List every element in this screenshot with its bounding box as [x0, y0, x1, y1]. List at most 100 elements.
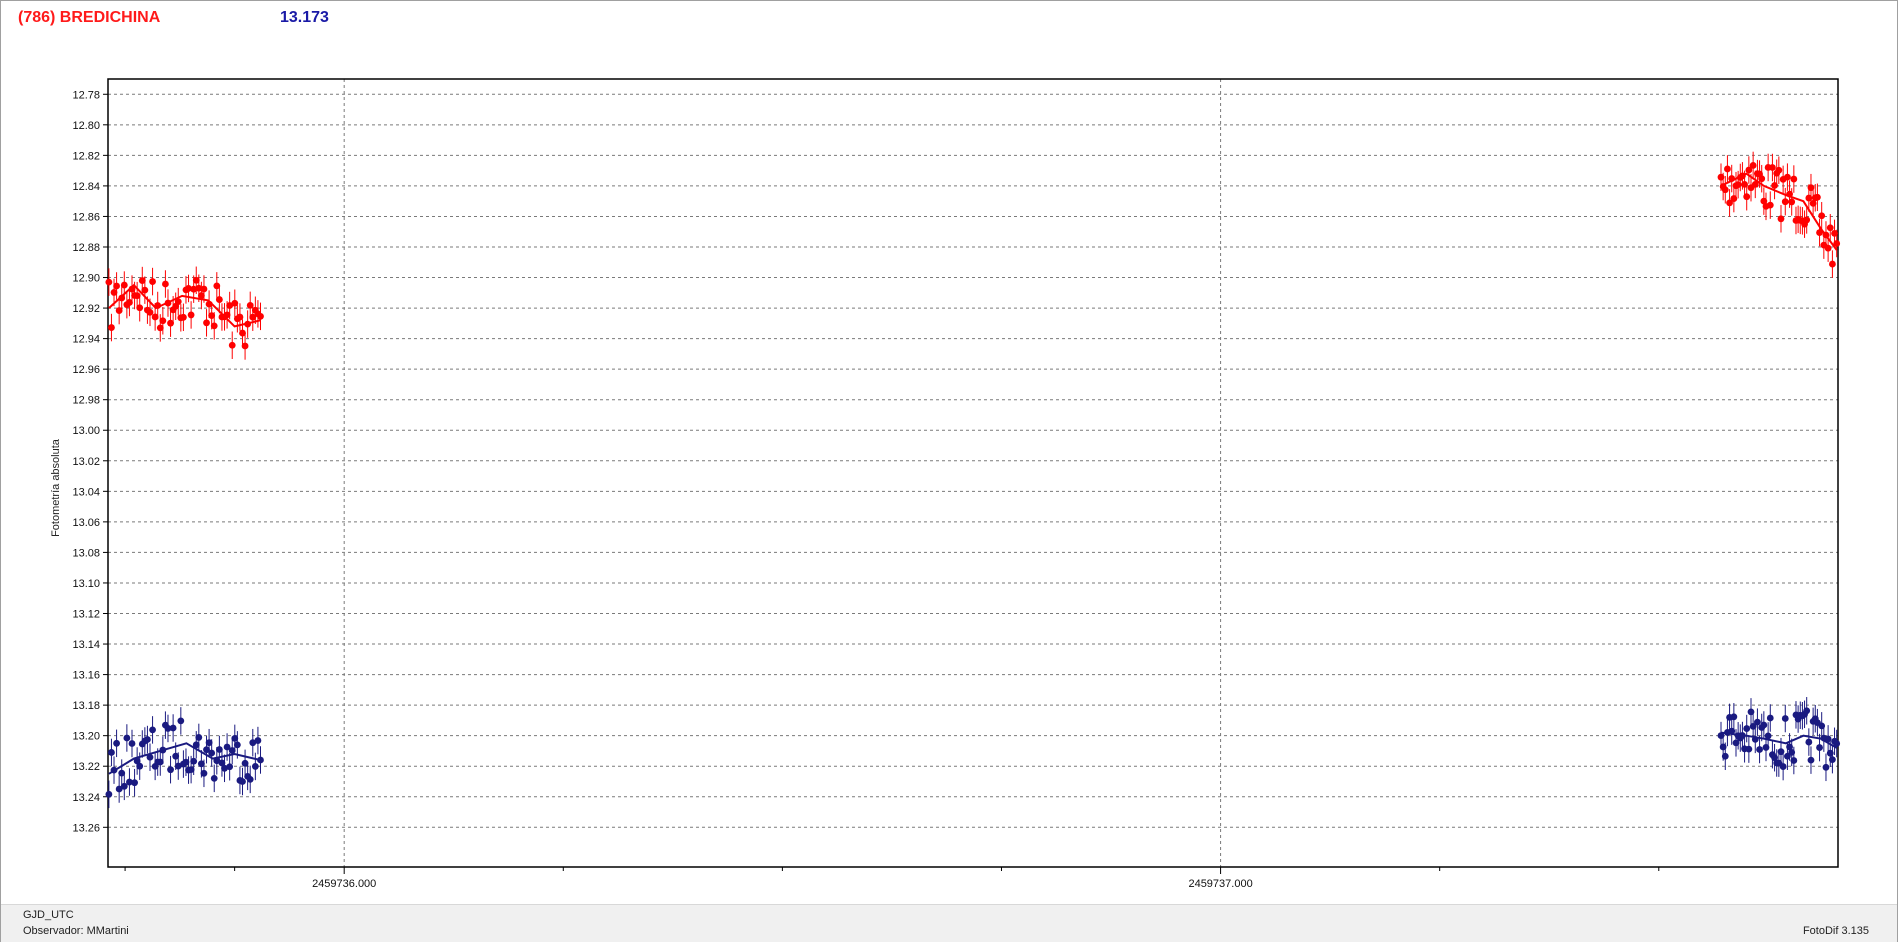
data-point	[1816, 229, 1823, 236]
data-point	[1822, 763, 1830, 771]
y-tick-label: 13.04	[72, 486, 100, 498]
data-point	[108, 324, 115, 331]
data-point	[128, 740, 136, 747]
data-point	[1826, 224, 1834, 232]
data-point	[167, 766, 174, 774]
data-point	[1818, 212, 1826, 220]
data-point	[1730, 713, 1738, 721]
y-tick-label: 13.12	[72, 608, 100, 620]
x-tick-label: 2459737.000	[1188, 878, 1252, 890]
observer-label: Observador: MMartini	[23, 925, 129, 937]
y-tick-label: 12.90	[72, 273, 100, 285]
data-point	[105, 790, 113, 798]
data-point	[149, 278, 156, 285]
data-point	[1743, 193, 1751, 201]
data-point	[1779, 763, 1787, 770]
data-point	[210, 322, 218, 330]
data-point	[1805, 738, 1813, 746]
data-point	[105, 278, 113, 286]
data-point	[154, 302, 162, 309]
y-tick-label: 12.84	[72, 181, 100, 193]
data-point	[1833, 240, 1841, 247]
data-point	[1745, 745, 1753, 753]
data-point	[1824, 244, 1832, 252]
data-point	[1754, 718, 1761, 726]
data-point	[228, 341, 236, 349]
data-point	[200, 769, 208, 777]
data-point	[131, 779, 138, 787]
data-point	[1803, 707, 1811, 715]
data-point	[169, 724, 177, 732]
data-point	[1724, 165, 1731, 173]
y-tick-label: 12.88	[72, 242, 100, 254]
data-point	[174, 298, 182, 306]
data-point	[257, 312, 264, 320]
data-point	[200, 285, 208, 293]
data-point	[110, 766, 118, 774]
data-point	[190, 757, 198, 765]
y-tick-label: 13.08	[72, 547, 100, 559]
y-tick-label: 13.26	[72, 822, 100, 834]
y-tick-label: 13.02	[72, 456, 100, 468]
data-point	[1784, 173, 1791, 181]
data-point	[1788, 198, 1796, 206]
y-tick-label: 13.06	[72, 517, 100, 529]
data-point	[1775, 166, 1783, 174]
data-point	[257, 756, 264, 764]
data-point	[1728, 175, 1736, 182]
data-point	[1829, 756, 1836, 764]
data-point	[159, 317, 167, 325]
y-tick-label: 13.24	[72, 792, 100, 804]
data-point	[1749, 162, 1757, 169]
data-point	[215, 296, 223, 303]
data-point	[1766, 714, 1774, 722]
y-tick-label: 13.18	[72, 700, 100, 712]
data-point	[1721, 186, 1729, 194]
y-tick-label: 13.14	[72, 639, 100, 651]
data-point	[120, 281, 128, 289]
data-point	[159, 746, 167, 754]
data-point	[144, 736, 151, 743]
y-tick-label: 12.80	[72, 120, 100, 132]
y-tick-label: 13.00	[72, 425, 100, 437]
data-point	[1751, 735, 1759, 743]
y-axis-label: Fotometría absoluta	[50, 439, 62, 537]
data-point	[187, 311, 195, 319]
data-point	[239, 778, 246, 785]
data-point	[203, 319, 210, 327]
data-point	[1781, 715, 1789, 722]
data-point	[149, 726, 156, 734]
y-tick-label: 12.86	[72, 211, 100, 223]
data-point	[123, 734, 131, 742]
data-point	[210, 774, 218, 782]
y-tick-label: 13.16	[72, 670, 100, 682]
y-tick-label: 12.92	[72, 303, 100, 315]
y-tick-label: 13.22	[72, 761, 100, 773]
data-point	[241, 342, 249, 350]
y-tick-label: 12.82	[72, 150, 100, 162]
data-point	[1721, 752, 1729, 760]
x-axis-name: GJD_UTC	[23, 909, 74, 921]
data-point	[146, 308, 154, 316]
lightcurve-plot[interactable]: 12.78 12.80 12.82 12.84 12.86 12.88 12.90 12.92…	[0, 0, 1898, 900]
status-footer: GJD_UTC Observador: MMartini FotoDif 3.1…	[1, 904, 1897, 942]
data-point	[1756, 746, 1763, 753]
data-point	[1803, 216, 1811, 224]
data-point	[244, 320, 252, 328]
data-point	[164, 299, 172, 307]
data-point	[146, 753, 154, 761]
data-point	[108, 749, 115, 756]
data-point	[1758, 175, 1766, 183]
y-tick-label: 12.96	[72, 364, 100, 376]
data-point	[208, 749, 216, 757]
data-point	[1829, 260, 1836, 268]
data-point	[1833, 740, 1841, 747]
y-tick-label: 12.94	[72, 334, 100, 346]
data-point	[1769, 164, 1776, 171]
data-point	[1816, 744, 1823, 751]
y-tick-label: 13.10	[72, 578, 100, 590]
data-point	[1743, 725, 1751, 732]
data-point	[113, 282, 120, 290]
data-point	[1790, 757, 1798, 764]
data-point	[1814, 193, 1821, 201]
